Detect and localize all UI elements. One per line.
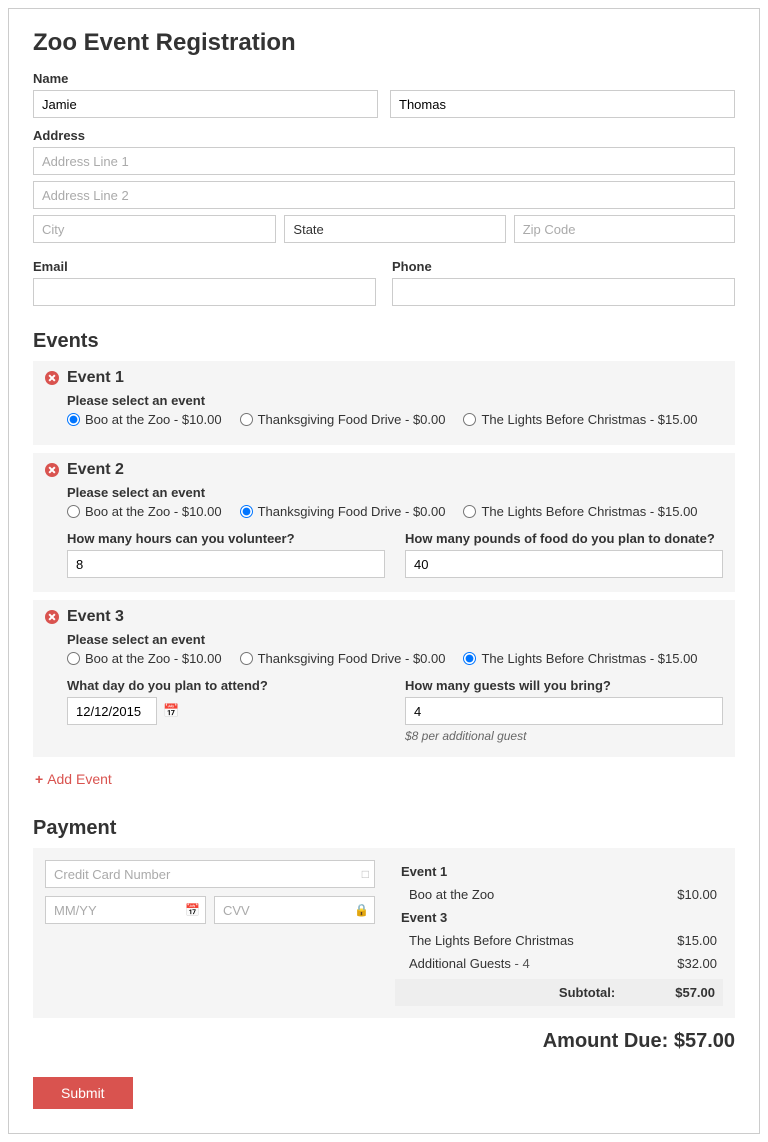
cc-expiry-input[interactable] (45, 896, 206, 924)
event-3-title: Event 3 (67, 608, 124, 626)
event-3-radio-lights[interactable] (463, 652, 476, 665)
event-3-block: Event 3 Please select an event Boo at th… (33, 600, 735, 757)
event-2-hours-label: How many hours can you volunteer? (67, 531, 385, 546)
summary-e3-item: The Lights Before Christmas (409, 933, 574, 948)
event-3-radio-food[interactable] (240, 652, 253, 665)
summary-e1-head: Event 1 (401, 864, 447, 879)
amount-due-value: $57.00 (674, 1030, 735, 1052)
cc-cvv-input[interactable] (214, 896, 375, 924)
subtotal-value: $57.00 (675, 985, 715, 1000)
amount-due-label: Amount Due: (543, 1030, 674, 1052)
last-name-input[interactable] (390, 90, 735, 118)
address-line2-input[interactable] (33, 181, 735, 209)
event-3-option-boo: Boo at the Zoo - $10.00 (85, 651, 222, 666)
state-input[interactable] (284, 215, 505, 243)
event-3-guests-label: How many guests will you bring? (405, 678, 723, 693)
summary-e3-head: Event 3 (401, 910, 447, 925)
summary-e1-item: Boo at the Zoo (409, 887, 494, 902)
email-input[interactable] (33, 278, 376, 306)
event-2-title: Event 2 (67, 461, 124, 479)
event-2-radio-food[interactable] (240, 505, 253, 518)
event-2-option-food: Thanksgiving Food Drive - $0.00 (258, 504, 446, 519)
city-input[interactable] (33, 215, 276, 243)
calendar-icon[interactable]: 📅 (163, 703, 179, 719)
summary-e3-price: $15.00 (677, 933, 717, 948)
event-1-block: Event 1 Please select an event Boo at th… (33, 361, 735, 445)
submit-button[interactable]: Submit (33, 1077, 133, 1109)
event-2-hours-input[interactable] (67, 550, 385, 578)
event-1-radio-boo[interactable] (67, 413, 80, 426)
add-event-button[interactable]: + Add Event (33, 765, 735, 793)
event-3-radio-boo[interactable] (67, 652, 80, 665)
calendar-small-icon: 📅 (185, 903, 200, 917)
summary-e1-price: $10.00 (677, 887, 717, 902)
event-3-option-lights: The Lights Before Christmas - $15.00 (481, 651, 697, 666)
phone-input[interactable] (392, 278, 735, 306)
event-3-guests-hint: $8 per additional guest (405, 729, 723, 743)
event-2-block: Event 2 Please select an event Boo at th… (33, 453, 735, 592)
summary-e3-guests-label: Additional Guests (409, 956, 511, 971)
event-2-pounds-label: How many pounds of food do you plan to d… (405, 531, 723, 546)
add-event-label: Add Event (47, 771, 112, 787)
event-2-radio-lights[interactable] (463, 505, 476, 518)
email-label: Email (33, 259, 376, 274)
zip-input[interactable] (514, 215, 735, 243)
name-label: Name (33, 71, 735, 86)
event-1-select-label: Please select an event (67, 393, 723, 408)
address-label: Address (33, 128, 735, 143)
remove-event-2-icon[interactable] (45, 463, 59, 477)
event-2-option-boo: Boo at the Zoo - $10.00 (85, 504, 222, 519)
remove-event-3-icon[interactable] (45, 610, 59, 624)
event-1-radio-food[interactable] (240, 413, 253, 426)
summary-e3-guests-count: - 4 (511, 956, 530, 971)
summary-e3-guests-price: $32.00 (677, 956, 717, 971)
event-2-pounds-input[interactable] (405, 550, 723, 578)
lock-icon: 🔒 (354, 903, 369, 917)
plus-icon: + (35, 771, 43, 787)
event-1-title: Event 1 (67, 369, 124, 387)
first-name-input[interactable] (33, 90, 378, 118)
remove-event-1-icon[interactable] (45, 371, 59, 385)
events-heading: Events (33, 330, 735, 353)
credit-card-icon: □ (362, 867, 369, 881)
event-3-select-label: Please select an event (67, 632, 723, 647)
event-1-option-food: Thanksgiving Food Drive - $0.00 (258, 412, 446, 427)
event-3-option-food: Thanksgiving Food Drive - $0.00 (258, 651, 446, 666)
event-3-date-input[interactable] (67, 697, 157, 725)
event-2-radio-boo[interactable] (67, 505, 80, 518)
event-1-option-boo: Boo at the Zoo - $10.00 (85, 412, 222, 427)
event-2-option-lights: The Lights Before Christmas - $15.00 (481, 504, 697, 519)
event-2-select-label: Please select an event (67, 485, 723, 500)
payment-heading: Payment (33, 817, 735, 840)
event-3-guests-input[interactable] (405, 697, 723, 725)
event-1-radio-lights[interactable] (463, 413, 476, 426)
subtotal-label: Subtotal: (559, 985, 615, 1000)
address-line1-input[interactable] (33, 147, 735, 175)
page-title: Zoo Event Registration (33, 29, 735, 57)
event-3-date-label: What day do you plan to attend? (67, 678, 385, 693)
event-1-option-lights: The Lights Before Christmas - $15.00 (481, 412, 697, 427)
phone-label: Phone (392, 259, 735, 274)
cc-number-input[interactable] (45, 860, 375, 888)
